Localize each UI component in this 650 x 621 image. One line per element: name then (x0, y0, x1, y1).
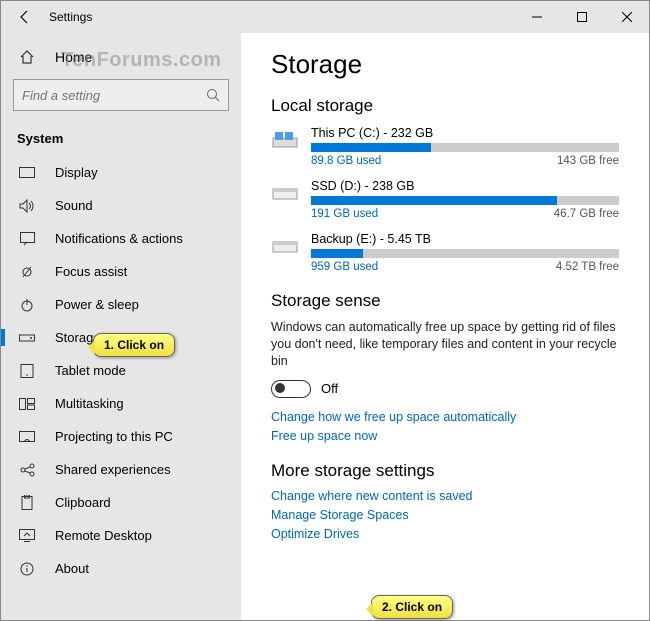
search-input[interactable] (22, 88, 206, 103)
drive-free: 46.7 GB free (554, 208, 619, 220)
about-icon (17, 562, 37, 576)
sidebar-item-clipboard[interactable]: Clipboard (1, 486, 241, 519)
local-storage-heading: Local storage (271, 96, 619, 116)
sidebar-item-label: Notifications & actions (55, 231, 183, 246)
drive-icon (271, 181, 299, 203)
sidebar-item-label: Multitasking (55, 396, 124, 411)
sidebar-item-projecting[interactable]: Projecting to this PC (1, 420, 241, 453)
clipboard-icon (17, 495, 37, 510)
home-icon (17, 49, 37, 65)
link-free-now[interactable]: Free up space now (271, 429, 619, 443)
projecting-icon (17, 431, 37, 443)
callout-2: 2. Click on (371, 595, 453, 619)
usage-bar (311, 196, 619, 205)
link-new-content[interactable]: Change where new content is saved (271, 489, 619, 503)
focus-icon (17, 265, 37, 279)
drive-title: SSD (D:) - 238 GB (311, 179, 619, 193)
home-label: Home (55, 49, 92, 65)
drive-used: 959 GB used (311, 261, 378, 273)
sidebar-item-tablet[interactable]: Tablet mode (1, 354, 241, 387)
sidebar-item-sound[interactable]: Sound (1, 189, 241, 222)
sidebar-item-label: Display (55, 165, 98, 180)
drive-used: 191 GB used (311, 208, 378, 220)
link-change-auto[interactable]: Change how we free up space automaticall… (271, 410, 619, 424)
sidebar-item-about[interactable]: About (1, 552, 241, 585)
storage-sense-toggle[interactable] (271, 380, 311, 398)
maximize-button[interactable] (559, 1, 604, 33)
sidebar-item-label: Sound (55, 198, 93, 213)
drive-title: This PC (C:) - 232 GB (311, 126, 619, 140)
sidebar-item-label: Clipboard (55, 495, 111, 510)
toggle-state: Off (321, 381, 338, 396)
sidebar-item-label: Shared experiences (55, 462, 171, 477)
sidebar-item-power[interactable]: Power & sleep (1, 288, 241, 321)
multitasking-icon (17, 398, 37, 410)
sidebar-item-label: About (55, 561, 89, 576)
drive-row[interactable]: SSD (D:) - 238 GB 191 GB used 46.7 GB fre… (271, 179, 619, 220)
display-icon (17, 167, 37, 179)
back-button[interactable] (9, 1, 41, 33)
drive-free: 143 GB free (557, 155, 619, 167)
sidebar: Home System Display Sound Notifications … (1, 33, 241, 620)
sidebar-item-display[interactable]: Display (1, 156, 241, 189)
page-title: Storage (271, 49, 619, 80)
sidebar-item-notifications[interactable]: Notifications & actions (1, 222, 241, 255)
content-area: Storage Local storage This PC (C:) - 232… (241, 33, 649, 620)
notifications-icon (17, 232, 37, 246)
more-settings-heading: More storage settings (271, 461, 619, 481)
drive-icon (271, 128, 299, 150)
search-box[interactable] (13, 79, 229, 111)
window-title: Settings (49, 10, 92, 24)
storage-sense-description: Windows can automatically free up space … (271, 319, 619, 370)
close-button[interactable] (604, 1, 649, 33)
sidebar-item-shared[interactable]: Shared experiences (1, 453, 241, 486)
sound-icon (17, 199, 37, 213)
sidebar-item-label: Power & sleep (55, 297, 139, 312)
sidebar-item-remote[interactable]: Remote Desktop (1, 519, 241, 552)
shared-icon (17, 463, 37, 477)
sidebar-item-label: Projecting to this PC (55, 429, 173, 444)
storage-sense-heading: Storage sense (271, 291, 619, 311)
drive-icon (271, 234, 299, 256)
sidebar-item-focus[interactable]: Focus assist (1, 255, 241, 288)
power-icon (17, 298, 37, 312)
minimize-button[interactable] (514, 1, 559, 33)
tablet-icon (17, 364, 37, 378)
sidebar-item-label: Tablet mode (55, 363, 126, 378)
search-icon (206, 88, 220, 102)
usage-bar (311, 143, 619, 152)
remote-icon (17, 529, 37, 542)
drive-used: 89.8 GB used (311, 155, 381, 167)
drive-row[interactable]: This PC (C:) - 232 GB 89.8 GB used 143 GB… (271, 126, 619, 167)
link-optimize-drives[interactable]: Optimize Drives (271, 527, 619, 541)
sidebar-item-multitasking[interactable]: Multitasking (1, 387, 241, 420)
link-storage-spaces[interactable]: Manage Storage Spaces (271, 508, 619, 522)
titlebar: Settings (1, 1, 649, 33)
sidebar-item-label: Focus assist (55, 264, 127, 279)
drive-row[interactable]: Backup (E:) - 5.45 TB 959 GB used 4.52 TB… (271, 232, 619, 273)
sidebar-item-label: Remote Desktop (55, 528, 152, 543)
drive-free: 4.52 TB free (556, 261, 619, 273)
drive-title: Backup (E:) - 5.45 TB (311, 232, 619, 246)
callout-1: 1. Click on (93, 333, 175, 357)
storage-icon (17, 333, 37, 343)
usage-bar (311, 249, 619, 258)
home-nav[interactable]: Home (1, 41, 241, 73)
section-header: System (1, 125, 241, 156)
